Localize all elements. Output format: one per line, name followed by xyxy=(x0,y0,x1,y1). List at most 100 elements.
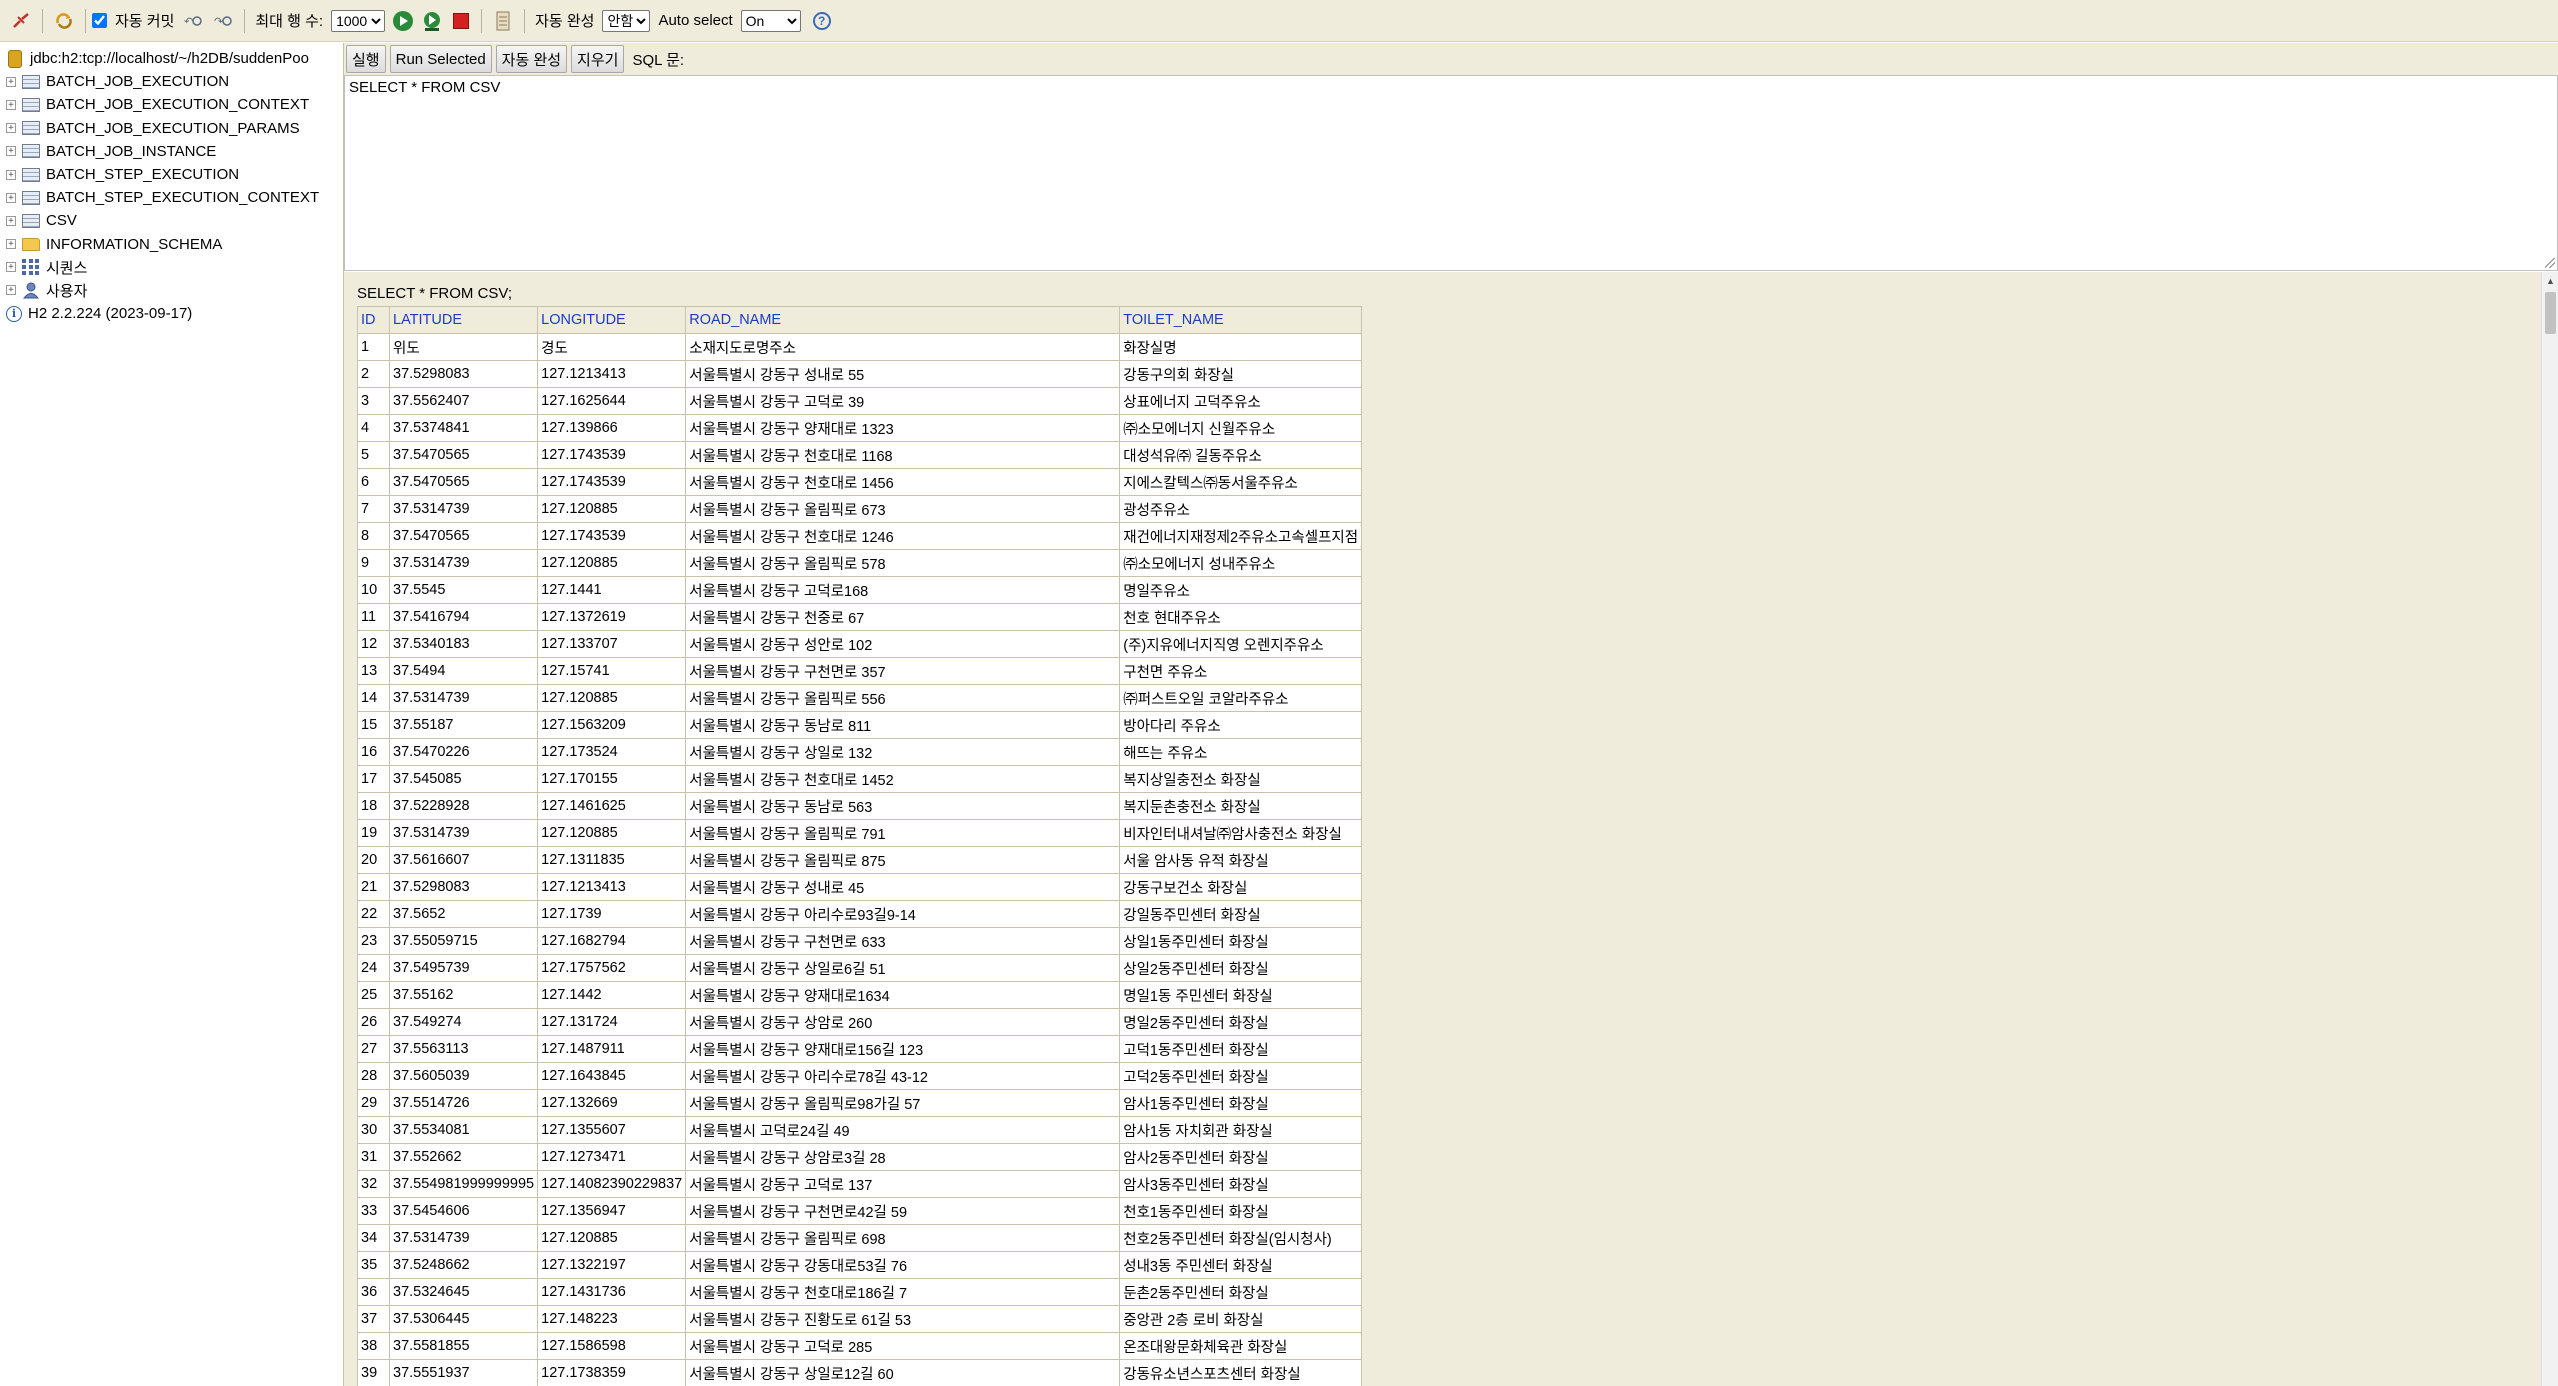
main-toolbar: 자동 커밋 ↶ ↷ 최대 행 수: 1000 자동 완성 안함 Auto sel… xyxy=(0,0,2558,42)
expand-icon[interactable]: + xyxy=(6,192,16,203)
table-cell: 재건에너지재정제2주유소고속셀프지점 xyxy=(1119,522,1363,550)
vertical-scrollbar[interactable]: ▲ xyxy=(2541,272,2558,1386)
column-header[interactable]: ID xyxy=(357,306,390,334)
tree-item-table[interactable]: + BATCH_JOB_EXECUTION_PARAMS xyxy=(0,117,343,140)
table-cell: 서울특별시 강동구 올림픽로 698 xyxy=(685,1224,1121,1252)
user-icon xyxy=(22,281,40,299)
expand-icon[interactable]: + xyxy=(6,239,16,250)
run-button[interactable]: 실행 xyxy=(346,45,386,73)
autocommit-checkbox[interactable] xyxy=(92,13,107,28)
autoselect-select[interactable]: On xyxy=(740,9,801,32)
table-cell: 서울특별시 강동구 천호대로 1452 xyxy=(685,765,1121,793)
autocommit-toggle[interactable]: 자동 커밋 xyxy=(92,10,178,31)
expand-icon[interactable]: + xyxy=(6,169,16,180)
toolbar-separator xyxy=(481,8,483,33)
table-cell: 온조대왕문화체육관 화장실 xyxy=(1119,1332,1363,1360)
run-selected-icon[interactable] xyxy=(421,10,443,32)
expand-icon[interactable]: + xyxy=(6,215,16,226)
max-rows-select[interactable]: 1000 xyxy=(331,9,386,32)
table-cell: 9 xyxy=(357,549,390,577)
column-header[interactable]: LONGITUDE xyxy=(537,306,687,334)
table-cell: 37.5314739 xyxy=(388,495,539,523)
table-cell: 12 xyxy=(357,630,390,658)
tree-item-table[interactable]: + BATCH_JOB_INSTANCE xyxy=(0,140,343,163)
table-cell: 서울특별시 강동구 고덕로 285 xyxy=(685,1332,1121,1360)
sql-editor[interactable]: SELECT * FROM CSV xyxy=(344,75,2558,271)
expand-icon[interactable]: + xyxy=(6,146,16,157)
autocomplete-button[interactable]: 자동 완성 xyxy=(495,45,568,73)
expand-icon[interactable]: + xyxy=(6,76,16,87)
expand-icon[interactable]: + xyxy=(6,123,16,134)
table-cell: 37.55187 xyxy=(388,711,539,739)
table-row: 37 37.5306445 127.148223 서울특별시 강동구 진황도로 61길… xyxy=(357,1305,1363,1333)
table-cell: 소재지도로명주소 xyxy=(685,333,1121,361)
scrollbar-thumb[interactable] xyxy=(2545,292,2556,334)
stop-icon[interactable] xyxy=(453,12,470,29)
svg-text:↶: ↶ xyxy=(184,15,193,28)
table-cell: 3 xyxy=(357,387,390,415)
table-cell: 37.5494 xyxy=(388,657,539,685)
tree-item-table[interactable]: + CSV xyxy=(0,209,343,232)
table-cell: 37.5416794 xyxy=(388,603,539,631)
table-cell: 복지상일충전소 화장실 xyxy=(1119,765,1363,793)
table-cell: 경도 xyxy=(537,333,687,361)
clear-button[interactable]: 지우기 xyxy=(571,45,625,73)
autocomplete-select[interactable]: 안함 xyxy=(602,9,651,32)
history-icon[interactable] xyxy=(492,10,514,32)
tree-item-label: BATCH_JOB_INSTANCE xyxy=(46,142,217,160)
run-selected-button[interactable]: Run Selected xyxy=(389,45,492,73)
table-cell: 24 xyxy=(357,954,390,982)
table-row: 19 37.5314739 127.120885 서울특별시 강동구 올림픽로 791… xyxy=(357,819,1363,847)
table-icon xyxy=(22,167,40,182)
table-cell: 상표에너지 고덕주유소 xyxy=(1119,387,1363,415)
table-cell: 37.549274 xyxy=(388,1008,539,1036)
result-query-text: SELECT * FROM CSV; xyxy=(357,285,513,302)
table-cell: 명일주유소 xyxy=(1119,576,1363,604)
table-cell: 강동유소년스포츠센터 화장실 xyxy=(1119,1359,1363,1386)
table-cell: 강동구보건소 화장실 xyxy=(1119,873,1363,901)
table-cell: 천호1동주민센터 화장실 xyxy=(1119,1197,1363,1225)
table-cell: 37.5545 xyxy=(388,576,539,604)
table-cell: 37.5314739 xyxy=(388,684,539,712)
table-cell: 둔촌2동주민센터 화장실 xyxy=(1119,1278,1363,1306)
scroll-up-icon[interactable]: ▲ xyxy=(2542,272,2558,289)
table-cell: 37.55162 xyxy=(388,981,539,1009)
table-row: 38 37.5581855 127.1586598 서울특별시 강동구 고덕로 285… xyxy=(357,1332,1363,1360)
tree-item-sequences[interactable]: + 시퀀스 xyxy=(0,256,343,279)
disconnect-icon[interactable] xyxy=(10,10,32,32)
help-icon[interactable]: ? xyxy=(812,11,831,30)
expand-icon[interactable]: + xyxy=(6,262,16,273)
run-icon[interactable] xyxy=(393,10,414,31)
tree-item-table[interactable]: + BATCH_STEP_EXECUTION xyxy=(0,163,343,186)
column-header[interactable]: ROAD_NAME xyxy=(685,306,1121,334)
rollback-icon[interactable]: ↶ xyxy=(182,10,204,32)
table-cell: 127.1372619 xyxy=(537,603,687,631)
table-cell: 상일1동주민센터 화장실 xyxy=(1119,927,1363,955)
table-cell: (주)지유에너지직영 오렌지주유소 xyxy=(1119,630,1363,658)
table-row: 14 37.5314739 127.120885 서울특별시 강동구 올림픽로 556… xyxy=(357,684,1363,712)
table-cell: 서울특별시 강동구 올림픽로 556 xyxy=(685,684,1121,712)
table-cell: ㈜소모에너지 성내주유소 xyxy=(1119,549,1363,577)
info-icon: i xyxy=(6,305,22,322)
table-cell: 2 xyxy=(357,360,390,388)
tree-connection[interactable]: jdbc:h2:tcp://localhost/~/h2DB/suddenPoo xyxy=(0,47,343,70)
table-cell: 38 xyxy=(357,1332,390,1360)
refresh-icon[interactable] xyxy=(53,10,75,32)
table-cell: 127.120885 xyxy=(537,819,687,847)
table-cell: 20 xyxy=(357,846,390,874)
tree-item-users[interactable]: + 사용자 xyxy=(0,279,343,302)
column-header[interactable]: LATITUDE xyxy=(388,306,539,334)
tree-item-table[interactable]: + BATCH_JOB_EXECUTION_CONTEXT xyxy=(0,93,343,116)
table-cell: 22 xyxy=(357,900,390,928)
column-header[interactable]: TOILET_NAME xyxy=(1119,306,1363,334)
table-row: 10 37.5545 127.1441 서울특별시 강동구 고덕로168 명일주유소 xyxy=(357,576,1363,604)
tree-item-table[interactable]: + BATCH_JOB_EXECUTION xyxy=(0,70,343,93)
table-cell: 37.5314739 xyxy=(388,819,539,847)
tree-item-table[interactable]: + BATCH_STEP_EXECUTION_CONTEXT xyxy=(0,186,343,209)
expand-icon[interactable]: + xyxy=(6,285,16,296)
resize-grip-icon[interactable] xyxy=(2545,258,2555,268)
tree-item-label: INFORMATION_SCHEMA xyxy=(46,235,223,253)
tree-item-information-schema[interactable]: + INFORMATION_SCHEMA xyxy=(0,233,343,256)
expand-icon[interactable]: + xyxy=(6,99,16,110)
commit-icon[interactable]: ↷ xyxy=(212,10,234,32)
